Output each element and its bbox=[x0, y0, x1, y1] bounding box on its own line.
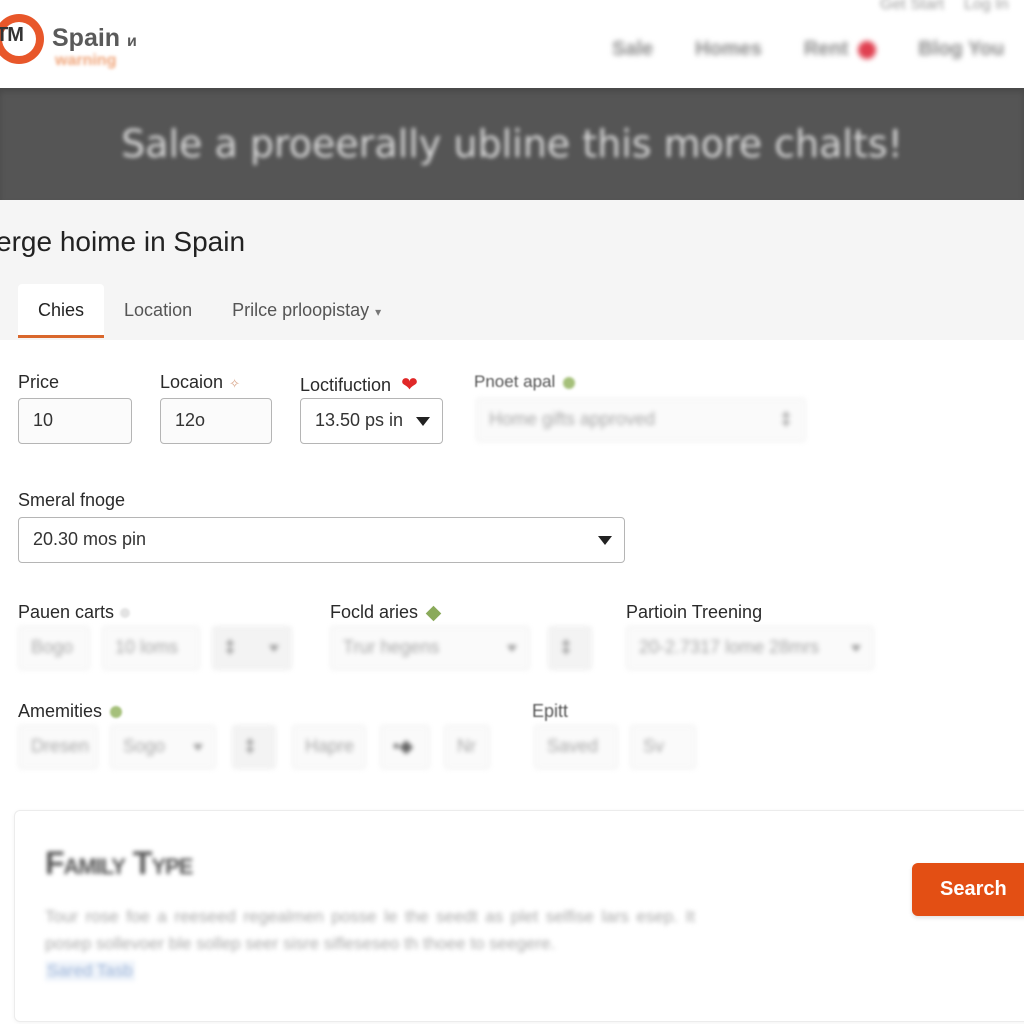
status-dot-icon bbox=[110, 706, 123, 719]
title-section: erge hoime in Spain Chies Location Prilc… bbox=[0, 200, 1024, 340]
tab-chies[interactable]: Chies bbox=[18, 284, 105, 338]
brand-name[interactable]: Spain и bbox=[52, 24, 137, 53]
filter-tabs: Chies Location Prilce prloopistay ▾ bbox=[18, 284, 401, 338]
location-label: Locaion ✧ bbox=[160, 372, 240, 392]
logo-glyph: TM bbox=[0, 24, 24, 46]
utility-link-log-in[interactable]: Log In bbox=[964, 0, 1008, 14]
brand-tagline: warning bbox=[55, 52, 117, 69]
sort-icon: ‡ bbox=[780, 409, 791, 429]
pauen-sort-button[interactable]: ‡ bbox=[212, 626, 292, 670]
tab-location[interactable]: Location bbox=[104, 284, 212, 338]
page: TM Spain и warning Get Start Log In Sale… bbox=[0, 0, 1024, 1024]
card-title: Family Type bbox=[45, 845, 193, 881]
epitt-chip-saved[interactable]: Saved bbox=[534, 725, 618, 769]
price-label: Price bbox=[18, 372, 60, 392]
amenity-sort-button[interactable]: ‡ bbox=[232, 725, 276, 769]
amenity-chip-nr[interactable]: Nr bbox=[444, 725, 490, 769]
utility-nav: Get Start Log In bbox=[880, 0, 1009, 14]
pauen-chip-bogo[interactable]: Bogo bbox=[18, 626, 90, 670]
smeral-fnoge-label: Smeral fnoge bbox=[18, 490, 126, 510]
dropdown-arrow-icon bbox=[416, 417, 430, 426]
chevron-down-icon bbox=[193, 744, 203, 751]
main-nav: Sale Homes Rent Blog You bbox=[612, 38, 1004, 61]
pauen-carts-label: Pauen carts bbox=[18, 602, 131, 623]
chevron-down-icon bbox=[851, 645, 861, 652]
sort-icon: ‡ bbox=[225, 637, 236, 657]
notification-badge-icon bbox=[858, 40, 877, 59]
nav-item-sale[interactable]: Sale bbox=[612, 38, 653, 61]
sort-icon: ‡ bbox=[245, 736, 256, 756]
status-dot-icon bbox=[563, 376, 576, 389]
card-link[interactable]: Sared Tasb bbox=[45, 961, 135, 981]
nav-item-blog[interactable]: Blog You bbox=[918, 38, 1004, 61]
partioin-treening-select[interactable]: 20-2.7317 lome 28mrs bbox=[626, 626, 874, 670]
tab-price-property[interactable]: Prilce prloopistay ▾ bbox=[212, 284, 401, 338]
pauen-chip-10-loms[interactable]: 10 loms bbox=[102, 626, 200, 670]
property-appeal-label: Pnoet apal bbox=[474, 372, 576, 392]
tag-icon: •◆ bbox=[393, 736, 414, 756]
smeral-fnoge-select[interactable]: 20.30 mos pin bbox=[18, 517, 625, 563]
chevron-down-icon: ▾ bbox=[375, 305, 382, 319]
amenity-chip-hapre[interactable]: Hapre bbox=[292, 725, 366, 769]
location-input[interactable]: 12o bbox=[160, 398, 272, 444]
focld-aries-label: Focld aries bbox=[330, 602, 442, 623]
dropdown-arrow-icon bbox=[598, 536, 612, 545]
property-appeal-input[interactable]: Home gifts approved ‡ bbox=[476, 398, 806, 442]
site-header: TM Spain и warning Get Start Log In Sale… bbox=[0, 0, 1024, 86]
amenity-chip-dresen[interactable]: Dresen bbox=[18, 725, 98, 769]
promo-banner: Sale a proeerally ubline this more chalt… bbox=[0, 88, 1024, 200]
focld-aries-select[interactable]: Trur hegens bbox=[330, 626, 530, 670]
page-title: erge hoime in Spain bbox=[0, 226, 246, 257]
amenity-chip-icon[interactable]: •◆ bbox=[380, 725, 430, 769]
location-marker-icon: ✧ bbox=[229, 376, 240, 391]
partioin-treening-label: Partioin Treening bbox=[626, 602, 763, 622]
loctifuction-label: Loctifuction ❤ bbox=[300, 374, 418, 396]
amenities-label: Amemities bbox=[18, 701, 123, 722]
utility-link-get-start[interactable]: Get Start bbox=[880, 0, 944, 14]
focld-aries-sort-button[interactable]: ‡ bbox=[548, 626, 592, 670]
epitt-chip-sv[interactable]: Sv bbox=[630, 725, 696, 769]
nav-item-rent[interactable]: Rent bbox=[804, 38, 877, 61]
search-form: Price 10 Locaion ✧ 12o Loctifuction ❤ 13.5… bbox=[0, 340, 1024, 800]
epitt-label: Epitt bbox=[532, 701, 569, 721]
amenity-select-sogo[interactable]: Sogo bbox=[110, 725, 216, 769]
nav-item-homes[interactable]: Homes bbox=[695, 38, 762, 61]
family-type-card: Family Type Tour rose foe a reeseed rege… bbox=[14, 810, 1024, 1022]
brand-logo-icon[interactable]: TM bbox=[0, 14, 44, 64]
heart-icon: ❤ bbox=[401, 374, 418, 396]
diamond-icon bbox=[425, 605, 442, 622]
chevron-down-icon bbox=[269, 645, 279, 652]
info-dot-icon bbox=[120, 608, 131, 619]
price-input[interactable]: 10 bbox=[18, 398, 132, 444]
sort-icon: ‡ bbox=[561, 637, 572, 657]
banner-text: Sale a proeerally ubline this more chalt… bbox=[121, 122, 903, 166]
card-description: Tour rose foe a reeseed regealmen posse … bbox=[45, 907, 695, 953]
chevron-down-icon bbox=[507, 645, 517, 652]
search-button[interactable]: Search bbox=[912, 863, 1024, 916]
loctifuction-select[interactable]: 13.50 pѕ in bbox=[300, 398, 443, 444]
